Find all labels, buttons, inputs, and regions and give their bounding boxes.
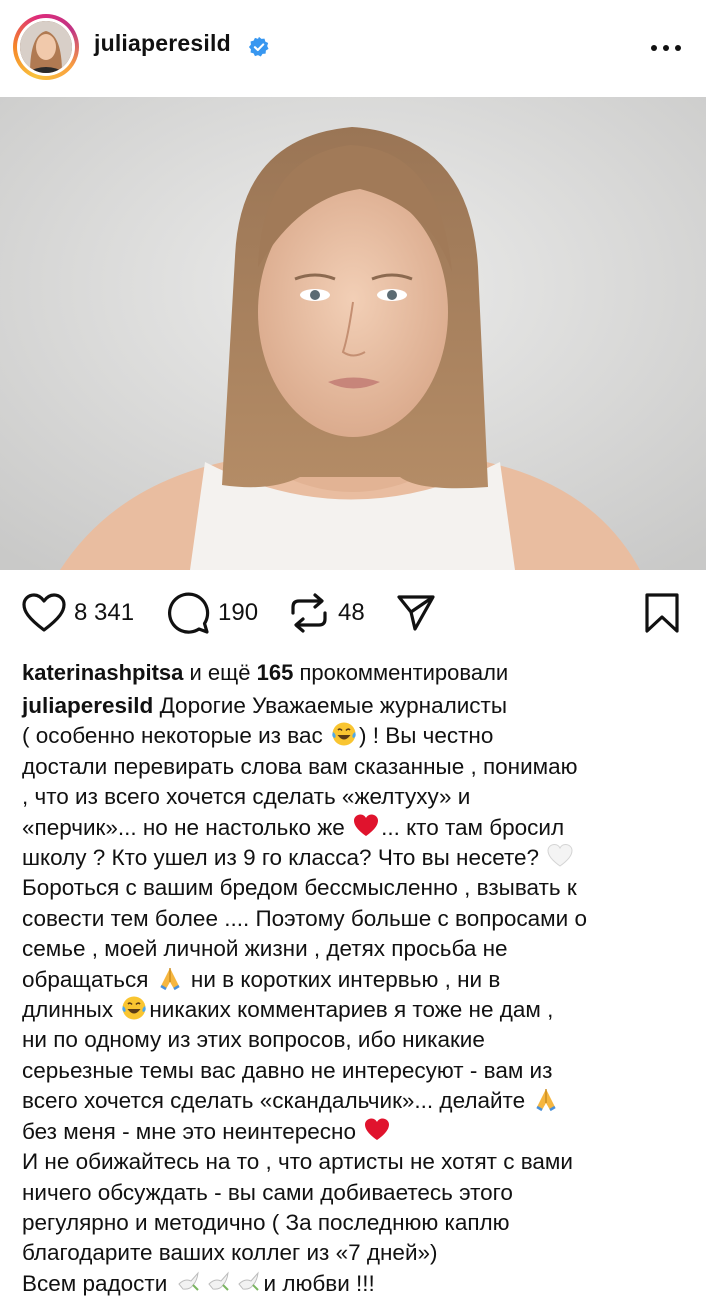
caption-text: всего хочется сделать «скандальчик»... д… <box>22 1088 532 1114</box>
caption-text: ни в коротких интервью , ни в <box>184 966 501 992</box>
reposts-count: 48 <box>338 599 365 626</box>
like-action[interactable]: 8 341 <box>22 585 134 641</box>
post-username[interactable]: juliaperesild <box>94 30 231 57</box>
caption-text: ) ! Вы честно <box>358 723 494 749</box>
folded-hands-emoji-icon <box>536 1089 557 1112</box>
comment-icon[interactable] <box>166 591 210 635</box>
caption-line-8: совести тем более .... Поэтому больше с … <box>22 905 587 931</box>
likes-count: 8 341 <box>74 599 135 626</box>
caption-line-11: длинных никаких комментариев я тоже не д… <box>22 995 692 1025</box>
folded-hands-emoji-icon <box>160 967 180 990</box>
share-action[interactable] <box>396 585 436 641</box>
caption-line-5: «перчик»... но не настолько же ... кто т… <box>22 813 692 843</box>
dove-emoji-icon <box>207 1271 229 1291</box>
caption-text: и любви !!! <box>263 1270 375 1296</box>
caption-line-3: достали перевирать слова вам сказанные ,… <box>22 753 578 779</box>
comments-count: 190 <box>218 599 259 626</box>
caption-text: ( особенно некоторые из вас <box>22 723 329 749</box>
caption-line-1: juliaperesild Дорогие Уважаемые журналис… <box>22 691 692 721</box>
caption-line-19: благодарите ваших коллег из «7 дней») <box>22 1240 438 1266</box>
caption-line-14: всего хочется сделать «скандальчик»... д… <box>22 1086 692 1116</box>
caption-line-4: , что из всего хочется сделать «желтуху»… <box>22 784 471 810</box>
white-heart-emoji-icon <box>547 844 573 867</box>
caption-line-16: И не обижайтесь на то , что артисты не х… <box>22 1149 573 1175</box>
repost-icon[interactable] <box>288 591 330 635</box>
caption-line-20: Всем радости и любви !!! <box>22 1269 692 1299</box>
verified-badge-icon <box>248 36 269 57</box>
caption-text: Дорогие Уважаемые журналисты <box>153 693 508 718</box>
post-caption: juliaperesild Дорогие Уважаемые журналис… <box>22 691 692 1299</box>
bookmark-icon[interactable] <box>644 592 680 634</box>
laughing-tears-emoji-icon <box>332 722 356 746</box>
caption-line-6: школу ? Кто ушел из 9 го класса? Что вы … <box>22 843 692 873</box>
caption-text: без меня - мне это неинтересно <box>22 1118 363 1144</box>
repost-action[interactable]: 48 <box>288 585 365 641</box>
caption-line-2: ( особенно некоторые из вас ) ! Вы честн… <box>22 721 692 751</box>
comment-action[interactable]: 190 <box>166 585 258 641</box>
caption-text: длинных <box>22 997 120 1023</box>
dove-emoji-icon <box>237 1271 259 1291</box>
caption-text: ... кто там бросил <box>381 814 565 840</box>
caption-text: школу ? Кто ушел из 9 го класса? Что вы … <box>22 845 546 871</box>
red-heart-emoji-icon <box>365 1118 390 1140</box>
caption-line-17: ничего обсуждать - вы сами добиваетесь э… <box>22 1179 513 1205</box>
share-icon[interactable] <box>396 593 436 633</box>
caption-author[interactable]: juliaperesild <box>22 693 153 718</box>
avatar-border <box>17 18 75 76</box>
caption-text: «перчик»... но не настолько же <box>22 814 352 840</box>
post-actions: 8 341 190 48 <box>0 585 706 641</box>
caption-line-18: регулярно и методично ( За последнюю кап… <box>22 1209 510 1235</box>
post-photo[interactable] <box>0 97 706 570</box>
story-ring[interactable] <box>13 14 79 80</box>
heart-icon[interactable] <box>22 593 66 633</box>
caption-line-15: без меня - мне это неинтересно <box>22 1117 692 1147</box>
red-heart-emoji-icon <box>354 814 379 836</box>
comments-summary-tail: прокомментировали <box>293 660 509 685</box>
caption-text: обращаться <box>22 966 155 992</box>
commenter-username[interactable]: katerinashpitsa <box>22 660 183 685</box>
caption-line-10: обращаться ни в коротких интервью , ни в <box>22 965 692 995</box>
comments-summary[interactable]: katerinashpitsa и ещё 165 прокомментиров… <box>22 658 508 688</box>
caption-text: Всем радости <box>22 1270 174 1296</box>
dove-emoji-icon <box>177 1271 199 1291</box>
caption-line-7: Бороться с вашим бредом бессмысленно , в… <box>22 875 577 901</box>
caption-text: никаких комментариев я тоже не дам , <box>149 997 554 1023</box>
comments-summary-mid: и ещё <box>183 660 257 685</box>
comments-summary-count: 165 <box>256 660 294 685</box>
caption-line-9: семье , моей личной жизни , детях просьб… <box>22 936 508 962</box>
avatar[interactable] <box>20 21 72 73</box>
caption-line-13: серьезные темы вас давно не интересуют -… <box>22 1057 553 1083</box>
caption-line-12: ни по одному из этих вопросов, ибо никак… <box>22 1027 485 1053</box>
portrait-image <box>0 97 706 570</box>
laughing-tears-emoji-icon <box>122 996 147 1020</box>
more-options-icon[interactable] <box>646 38 686 58</box>
post-header: juliaperesild <box>0 0 706 97</box>
save-action[interactable] <box>644 585 680 641</box>
avatar-portrait <box>20 21 72 73</box>
